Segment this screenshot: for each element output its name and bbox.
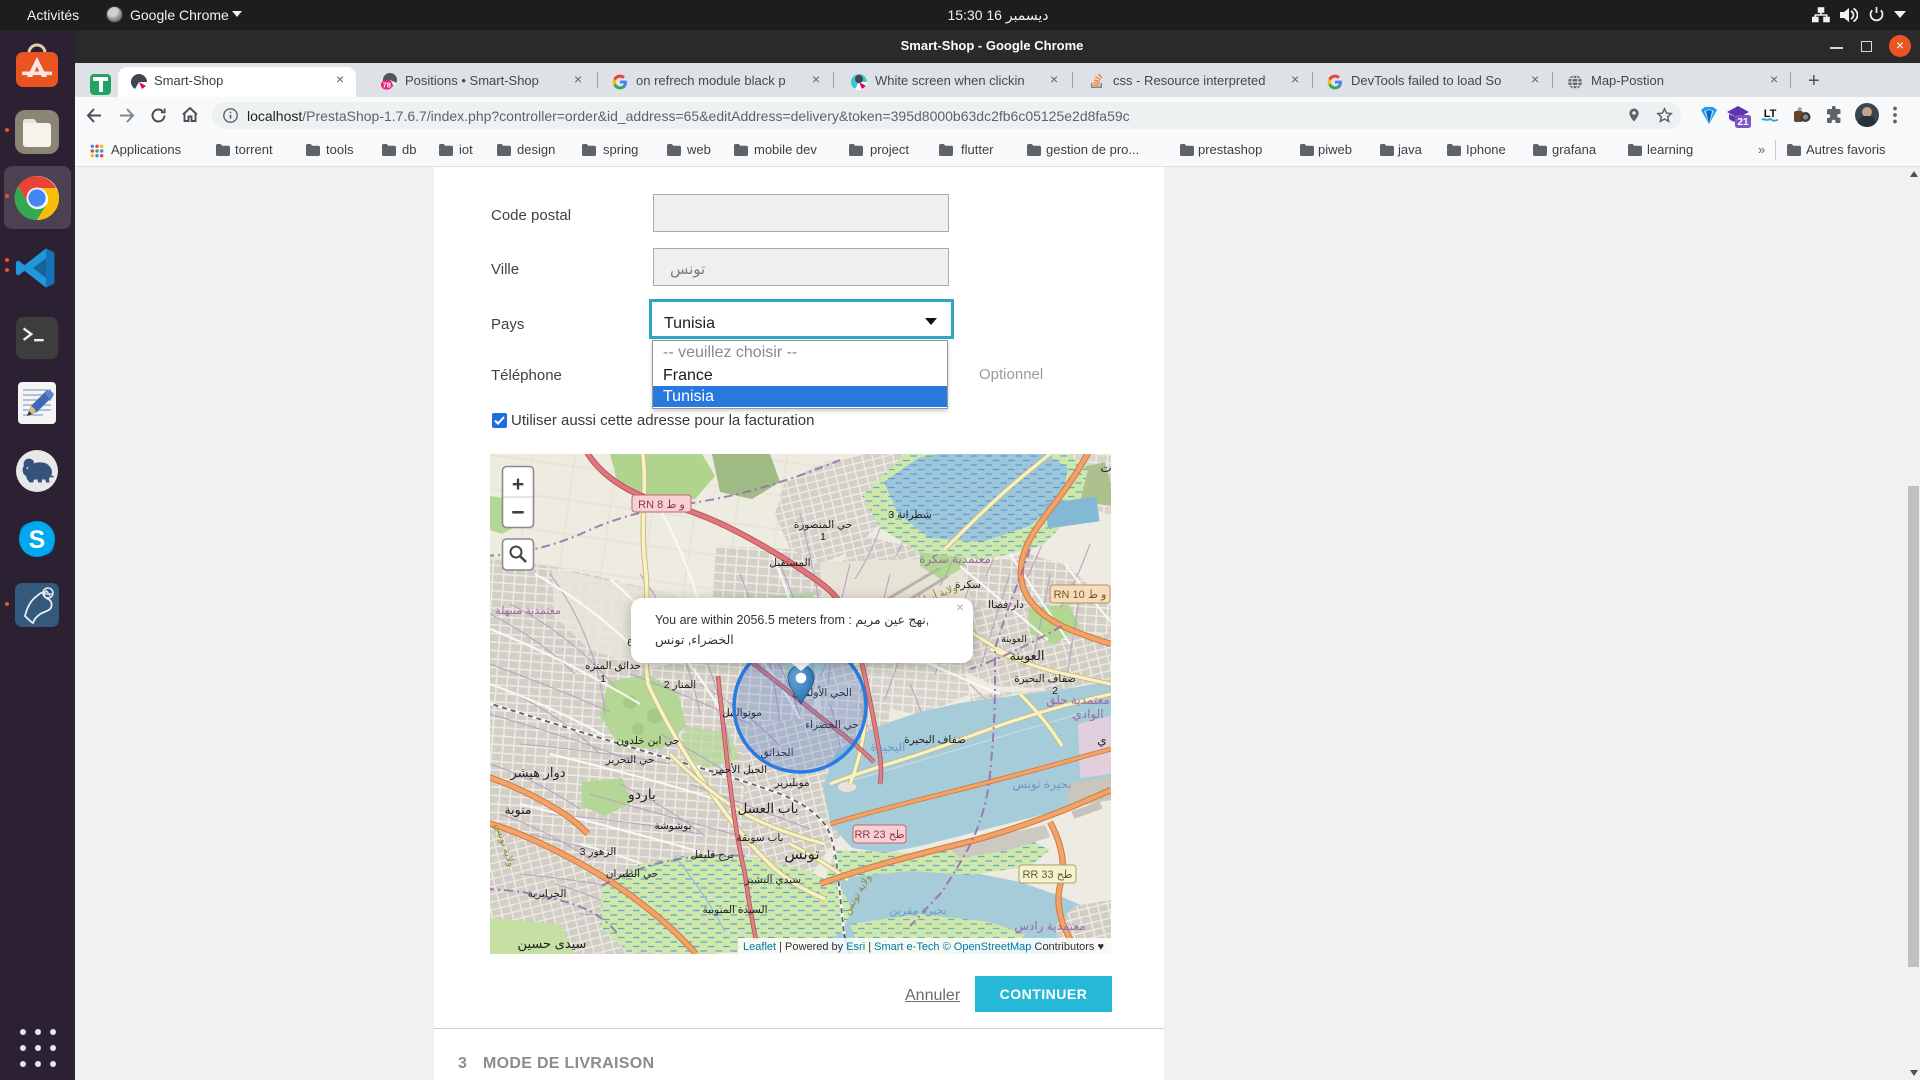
svg-text:معتمدية حلق: معتمدية حلق <box>1046 693 1110 708</box>
svg-text:موبليزير: موبليزير <box>773 777 809 789</box>
svg-text:دار فضاا: دار فضاا <box>988 599 1024 611</box>
svg-text:العوينة: العوينة <box>1001 634 1027 645</box>
svg-text:معتمدية رادس: معتمدية رادس <box>1014 919 1085 934</box>
svg-text:برج فليفل: برج فليفل <box>690 849 733 861</box>
svg-text:ي: ي <box>1097 733 1106 747</box>
svg-text:باردو: باردو <box>627 786 656 803</box>
svg-text:RN 8 و ط: RN 8 و ط <box>638 499 685 511</box>
svg-text:RR 23 طح: RR 23 طح <box>854 829 904 841</box>
svg-text:ت: ت <box>1100 461 1111 475</box>
svg-text:بحيرة تونس: بحيرة تونس <box>1012 777 1071 792</box>
svg-text:المنار 2: المنار 2 <box>664 679 696 691</box>
svg-text:تونس: تونس <box>784 846 819 863</box>
svg-text:Leaflet | Powered by Esri | Sm: Leaflet | Powered by Esri | Smart e-Tech… <box>743 941 1104 953</box>
svg-text:S: S <box>29 526 46 554</box>
svg-text:سيدي البشير: سيدي البشير <box>744 874 801 886</box>
svg-text:بوشوشة: بوشوشة <box>655 820 692 832</box>
svg-text:RN 10 و ط: RN 10 و ط <box>1054 589 1107 601</box>
svg-text:بحيرة مقرين: بحيرة مقرين <box>889 905 946 917</box>
svg-text:ضفاف البحيرة: ضفاف البحيرة <box>1014 673 1076 685</box>
svg-text:البحيرة: البحيرة <box>871 740 906 755</box>
svg-text:سكرة: سكرة <box>955 579 981 591</box>
svg-text:دوار هيشر: دوار هيشر <box>509 765 565 781</box>
svg-text:الخضراء, تونس: الخضراء, تونس <box>655 633 734 648</box>
svg-text:+: + <box>512 473 524 496</box>
svg-text:الوادي: الوادي <box>1072 707 1103 722</box>
svg-text:باب العسل: باب العسل <box>738 801 799 816</box>
svg-text:حي المنصورة: حي المنصورة <box>794 519 853 531</box>
svg-text:×: × <box>956 599 964 615</box>
svg-text:العوينة: العوينة <box>1009 648 1044 664</box>
svg-text:حي ابن خلدون: حي ابن خلدون <box>616 735 679 747</box>
svg-text:سيدى حسين: سيدى حسين <box>518 936 587 952</box>
svg-text:الجبل الأحمر: الجبل الأحمر <box>712 763 767 776</box>
svg-text:LT: LT <box>1764 108 1777 120</box>
svg-text:شطرانة 3: شطرانة 3 <box>888 509 931 521</box>
svg-text:You are within 2056.5 meters f: You are within 2056.5 meters from : نهج … <box>655 613 929 628</box>
svg-text:1: 1 <box>600 673 606 685</box>
svg-text:معتمدية منيهلة: معتمدية منيهلة <box>495 605 561 617</box>
svg-text:باب سويقة: باب سويقة <box>736 832 783 844</box>
svg-text:السيدة المنوبية: السيدة المنوبية <box>702 904 767 916</box>
svg-text:الحرايرية: الحرايرية <box>528 888 567 900</box>
svg-text:حدائق المنزه: حدائق المنزه <box>585 660 641 672</box>
svg-text:معتمدية سكرة: معتمدية سكرة <box>919 552 991 567</box>
svg-text:حي الطيران: حي الطيران <box>606 868 658 880</box>
svg-text:−: − <box>511 499 524 525</box>
svg-text:ضفاف البحيرة: ضفاف البحيرة <box>904 734 966 746</box>
svg-text:حي التحرير: حي التحرير <box>605 754 655 766</box>
svg-text:78: 78 <box>383 80 391 89</box>
svg-text:1: 1 <box>820 531 826 543</box>
svg-text:RR 33 طح: RR 33 طح <box>1022 869 1072 881</box>
svg-text:الزهور 3: الزهور 3 <box>580 846 617 858</box>
svg-text:21: 21 <box>1737 117 1749 128</box>
svg-text:المستقبل: المستقبل <box>769 557 810 569</box>
svg-text:منوبة: منوبة <box>504 803 531 818</box>
